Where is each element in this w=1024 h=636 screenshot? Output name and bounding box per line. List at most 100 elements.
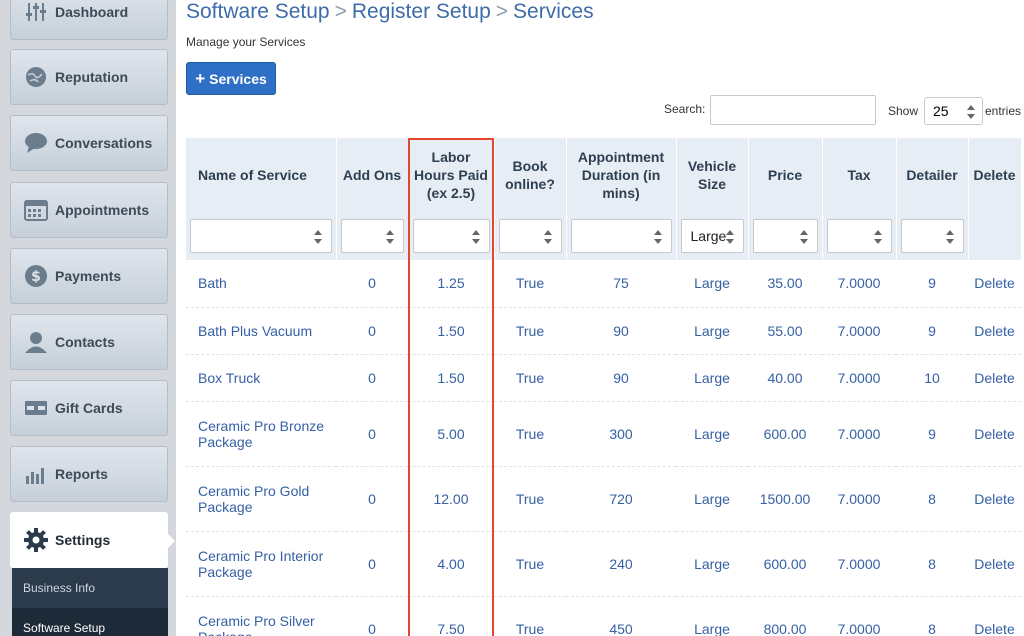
updown-arrow-icon: [543, 230, 552, 244]
labor-hours-cell: 1.25: [408, 260, 494, 308]
submenu-software-setup[interactable]: Software Setup: [12, 608, 168, 636]
book-online-cell: True: [494, 401, 566, 467]
filter-select-labor-hours[interactable]: [412, 219, 490, 253]
updown-arrow-icon: [653, 230, 662, 244]
duration-cell: 300: [566, 401, 676, 467]
breadcrumb-register-setup[interactable]: Register Setup: [352, 0, 491, 23]
main-content: Software Setup > Register Setup > Services M…: [186, 0, 1024, 636]
sidebar-item-payments[interactable]: $ Payments: [10, 248, 168, 304]
filter-select-detailer[interactable]: [900, 219, 964, 253]
sidebar-item-label: Payments: [55, 268, 122, 284]
sidebar-item-label: Reputation: [55, 69, 129, 85]
breadcrumb-separator: >: [495, 0, 509, 23]
person-icon: [23, 329, 49, 355]
sliders-icon: [23, 0, 49, 25]
add-ons-cell: 0: [336, 401, 408, 467]
filter-select-name[interactable]: [190, 219, 332, 253]
column-header-vehicle-size[interactable]: Vehicle Size: [676, 138, 749, 212]
book-online-cell: True: [494, 260, 566, 308]
book-online-cell: True: [494, 354, 566, 402]
column-header-duration[interactable]: Appointment Duration (in mins): [566, 138, 677, 212]
sidebar-item-appointments[interactable]: Appointments: [10, 182, 168, 238]
duration-cell: 240: [566, 531, 676, 597]
detailer-cell: 8: [896, 596, 968, 636]
search-input[interactable]: [710, 95, 876, 125]
labor-hours-cell: 12.00: [408, 466, 494, 532]
sidebar-item-dashboard[interactable]: Dashboard: [10, 0, 168, 40]
delete-link[interactable]: Delete: [968, 531, 1021, 597]
entries-per-page-select[interactable]: 25: [924, 97, 983, 125]
filter-cell-detailer: [896, 212, 969, 260]
submenu-business-info[interactable]: Business Info: [12, 568, 168, 608]
price-cell: 600.00: [748, 531, 822, 597]
filter-cell-name: [186, 212, 337, 260]
price-cell: 35.00: [748, 260, 822, 308]
column-header-price[interactable]: Price: [748, 138, 823, 212]
delete-link[interactable]: Delete: [968, 466, 1021, 532]
service-name-cell[interactable]: Bath Plus Vacuum: [186, 307, 336, 355]
search-label: Search:: [664, 102, 706, 116]
service-name-cell[interactable]: Ceramic Pro Bronze Package: [186, 401, 336, 467]
updown-arrow-icon: [799, 230, 808, 244]
column-header-add-ons[interactable]: Add Ons: [336, 138, 409, 212]
detailer-cell: 9: [896, 260, 968, 308]
bar-chart-icon: [23, 461, 49, 487]
table-row: Ceramic Pro Silver Package07.50True450La…: [186, 596, 1021, 636]
service-name-cell[interactable]: Ceramic Pro Silver Package: [186, 596, 336, 636]
delete-link[interactable]: Delete: [968, 401, 1021, 467]
price-cell: 55.00: [748, 307, 822, 355]
vehicle-size-cell: Large: [676, 260, 748, 308]
sidebar-item-gift-cards[interactable]: Gift Cards: [10, 380, 168, 436]
service-name-cell[interactable]: Box Truck: [186, 354, 336, 402]
sidebar-item-reports[interactable]: Reports: [10, 446, 168, 502]
service-name-cell[interactable]: Bath: [186, 260, 336, 308]
sidebar-item-label: Conversations: [55, 135, 153, 151]
add-ons-cell: 0: [336, 596, 408, 636]
table-row: Bath 0 1.25 True 75 Large 35.00 7.0000 9 Delete: [186, 260, 1021, 308]
updown-arrow-icon: [967, 105, 975, 119]
column-header-tax[interactable]: Tax: [822, 138, 897, 212]
column-header-detailer[interactable]: Detailer: [896, 138, 969, 212]
price-cell: 1500.00: [748, 466, 822, 532]
duration-cell: 720: [566, 466, 676, 532]
tax-cell: 7.0000: [822, 354, 896, 402]
filter-select-book-online[interactable]: [498, 219, 562, 253]
duration-cell: 90: [566, 354, 676, 402]
sidebar-item-settings[interactable]: Settings: [10, 512, 175, 568]
filter-select-add-ons[interactable]: [340, 219, 404, 253]
detailer-cell: 9: [896, 307, 968, 355]
entries-label: entries: [985, 104, 1022, 118]
tax-cell: 7.0000: [822, 596, 896, 636]
table-row: Bath Plus Vacuum 0 1.50 True 90 Large 55.00 7.0…: [186, 307, 1021, 355]
sidebar-item-contacts[interactable]: Contacts: [10, 314, 168, 370]
services-table-container: Name of Service Add Ons Labor Hours Paid…: [186, 138, 1024, 636]
sidebar-item-reputation[interactable]: Reputation: [10, 49, 168, 105]
filter-select-price[interactable]: [752, 219, 818, 253]
filter-select-vehicle-size[interactable]: Large: [680, 219, 744, 253]
filter-select-tax[interactable]: [826, 219, 892, 253]
breadcrumb-software-setup[interactable]: Software Setup: [186, 0, 330, 23]
column-header-book-online[interactable]: Book online?: [494, 138, 567, 212]
service-name-cell[interactable]: Ceramic Pro Gold Package: [186, 466, 336, 532]
filter-select-duration[interactable]: [570, 219, 672, 253]
tax-cell: 7.0000: [822, 531, 896, 597]
delete-link[interactable]: Delete: [968, 307, 1021, 355]
add-ons-cell: 0: [336, 354, 408, 402]
services-table: Name of Service Add Ons Labor Hours Paid…: [186, 138, 1022, 636]
tax-cell: 7.0000: [822, 466, 896, 532]
filter-cell-book-online: [494, 212, 567, 260]
sidebar-item-conversations[interactable]: Conversations: [10, 115, 168, 171]
duration-cell: 75: [566, 260, 676, 308]
add-service-button[interactable]: + Services: [186, 62, 276, 95]
column-header-name[interactable]: Name of Service: [186, 138, 337, 212]
service-name-cell[interactable]: Ceramic Pro Interior Package: [186, 531, 336, 597]
book-online-cell: True: [494, 466, 566, 532]
delete-link[interactable]: Delete: [968, 596, 1021, 636]
updown-arrow-icon: [945, 230, 954, 244]
filter-cell-add-ons: [336, 212, 409, 260]
detailer-cell: 10: [896, 354, 968, 402]
filter-value: Large: [690, 228, 727, 244]
column-header-labor-hours[interactable]: Labor Hours Paid (ex 2.5): [408, 138, 495, 212]
delete-link[interactable]: Delete: [968, 260, 1021, 308]
delete-link[interactable]: Delete: [968, 354, 1021, 402]
